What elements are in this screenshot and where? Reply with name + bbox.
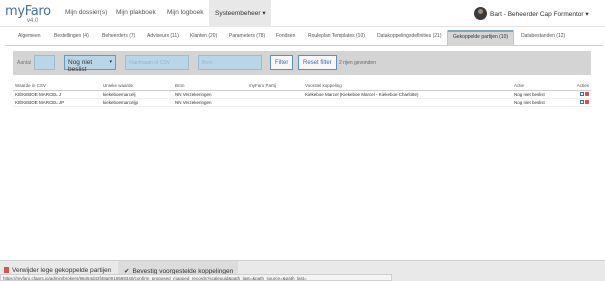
table-row: KIEKEBOE MARCEL J kiekeboemarcelj NN Ver…	[13, 90, 591, 99]
mapping-table: Waarde in CSV Unieke waarde Bron myFaro …	[13, 81, 591, 107]
cell-myfaro-partij	[247, 98, 303, 107]
status-select[interactable]: Nog niet beslist ▾	[64, 55, 116, 73]
nav-systeembeheer-label: Systeembeheer ▾	[215, 10, 266, 17]
reset-filter-button[interactable]: Reset filter	[298, 55, 337, 70]
tab-adviseurs[interactable]: Adviseurs (11)	[147, 33, 179, 39]
avatar	[474, 7, 487, 20]
col-actie: Actie	[512, 81, 572, 91]
cell-acties	[572, 98, 591, 107]
col-bron: Bron	[173, 81, 247, 91]
col-voorstel-koppeling: Voorstel koppeling	[303, 81, 512, 91]
tab-fondsen[interactable]: Fondsen	[276, 33, 295, 39]
delete-empty-parties-label: Verwijder lege gekoppelde partijen	[12, 267, 112, 274]
top-navbar: myFaro v4.0 Mijn dossier(s) Mijn plakboe…	[0, 0, 605, 27]
tab-bar: Algemeen Bestellingen (4) Beheerders (7)…	[5, 30, 603, 46]
app-version: v4.0	[27, 18, 39, 24]
browser-status-url: https://myfaro.cfaprs.io/admin/brokers/9…	[0, 274, 392, 281]
col-acties: Acties	[572, 81, 591, 91]
app-logo[interactable]: myFaro v4.0	[5, 4, 57, 24]
status-select-value: Nog niet beslist	[68, 59, 93, 73]
user-name: Bart - Beheerder Cap Formentor ▾	[490, 11, 589, 18]
nav-systeembeheer[interactable]: Systeembeheer ▾	[209, 0, 271, 27]
cell-bron: NN Verzekeringen	[173, 90, 247, 99]
col-waarde-csv: Waarde in CSV	[13, 81, 101, 91]
col-myfaro-partij: myFaro Partij	[247, 81, 303, 91]
klantnaam-input[interactable]: Klantnaam of CSV	[125, 55, 189, 70]
cell-waarde-csv: KIEKEBOE MARCEL JP	[13, 98, 101, 107]
tab-datakoppelingsdefinities[interactable]: Datakoppelingsdefinities (21)	[377, 33, 441, 39]
table-row: KIEKEBOE MARCEL JP kiekeboemarceljp NN V…	[13, 98, 591, 107]
filter-label: Aantal	[17, 60, 32, 66]
cell-actie: Nog niet beslist	[512, 90, 572, 99]
table-header-row: Waarde in CSV Unieke waarde Bron myFaro …	[13, 81, 591, 91]
edit-icon[interactable]	[580, 92, 584, 96]
tab-bestellingen[interactable]: Bestellingen (4)	[54, 33, 89, 39]
col-unieke-waarde: Unieke waarde	[101, 81, 173, 91]
tab-algemeen[interactable]: Algemeen	[18, 33, 41, 39]
tab-rouleplan-templates[interactable]: Rouleplan Templates (10)	[308, 33, 365, 39]
cell-myfaro-partij	[247, 90, 303, 99]
trash-icon[interactable]	[585, 92, 589, 96]
row-count: 2 rijen gevonden	[339, 60, 376, 66]
nav-mijn-dossiers[interactable]: Mijn dossier(s)	[65, 9, 107, 16]
tab-databestanden[interactable]: Databestanden (12)	[521, 33, 565, 39]
cell-bron: NN Verzekeringen	[173, 98, 247, 107]
cell-waarde-csv: KIEKEBOE MARCEL J	[13, 90, 101, 99]
nav-mijn-logboek[interactable]: Mijn logboek	[167, 9, 204, 16]
tab-beheerders[interactable]: Beheerders (7)	[102, 33, 135, 39]
cell-unieke-waarde: kiekeboemarcelj	[101, 90, 173, 99]
tab-gekoppelde-partijen[interactable]: Gekoppelde partijen (10)	[447, 30, 515, 46]
cell-voorstel-koppeling	[303, 98, 512, 107]
tab-klanten[interactable]: Klanten (20)	[190, 33, 217, 39]
edit-icon[interactable]	[580, 100, 584, 104]
aantal-input[interactable]	[34, 55, 55, 70]
trash-icon	[4, 267, 9, 273]
filter-bar: Aantal Nog niet beslist ▾ Klantnaam of C…	[13, 51, 591, 75]
cell-acties	[572, 90, 591, 99]
cell-voorstel-koppeling: Kiekeboe Marcel (Kiekeboe Marcel - Kieke…	[303, 90, 512, 99]
nav-mijn-plakboek[interactable]: Mijn plakboek	[116, 9, 156, 16]
cell-actie: Nog niet beslist	[512, 98, 572, 107]
brand-name: myFaro	[5, 4, 51, 19]
trash-icon[interactable]	[585, 100, 589, 104]
filter-button[interactable]: Filter	[270, 55, 294, 70]
cell-unieke-waarde: kiekeboemarceljp	[101, 98, 173, 107]
bron-input[interactable]: Bron	[198, 55, 262, 70]
tab-parameters[interactable]: Parameters (78)	[229, 33, 265, 39]
chevron-down-icon: ▾	[109, 59, 112, 65]
